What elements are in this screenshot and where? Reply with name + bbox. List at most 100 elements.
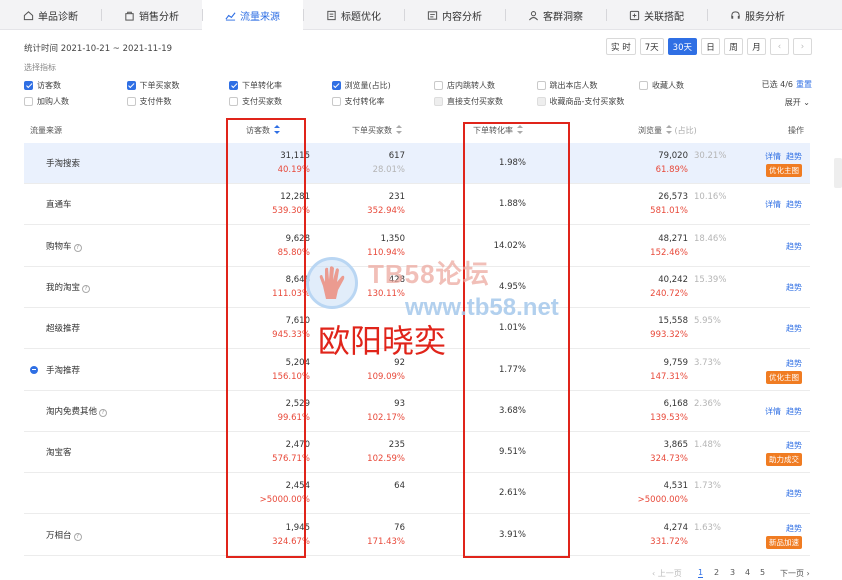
checkbox[interactable] [126, 80, 136, 90]
metric-option[interactable]: 支付件数 [126, 95, 230, 107]
next-range-button[interactable]: › [793, 38, 812, 55]
metric-row-2: 加购人数 支付件数 支付买家数 支付转化率 直接支付买家数 收藏商品-支付买家数 [24, 95, 639, 107]
pageviews-value: 4,274 [663, 522, 688, 533]
page-3-button[interactable]: 3 [730, 568, 735, 577]
checkbox[interactable] [639, 80, 648, 90]
next-page-button[interactable]: 下一页 › [780, 568, 810, 579]
table-row: 淘宝客 2,470 576.71% 235 102.59% 9.51% 3,865 1.48%… [24, 432, 810, 474]
range-button-3[interactable]: 30天 [667, 38, 697, 55]
trend-link[interactable]: 趋势 [786, 241, 802, 252]
trend-link[interactable]: 趋势 [786, 523, 802, 534]
checkbox[interactable] [229, 96, 238, 106]
checkbox[interactable] [126, 96, 136, 106]
page-1-button[interactable]: 1 [698, 568, 704, 578]
trend-link[interactable]: 趋势 [786, 282, 802, 293]
tab-7[interactable]: 关联搭配 [606, 0, 707, 30]
checkbox[interactable] [536, 96, 546, 106]
tab-5[interactable]: 内容分析 [404, 0, 505, 30]
trend-link[interactable]: 趋势 [786, 488, 802, 499]
metric-option[interactable]: 访客数 [24, 79, 127, 91]
metric-option[interactable]: 收藏商品-支付买家数 [536, 95, 640, 107]
range-button-4[interactable]: 日 [701, 38, 720, 55]
detail-link[interactable]: 详情 [765, 151, 781, 162]
tab-6[interactable]: 客群洞察 [505, 0, 606, 30]
checkbox[interactable] [536, 80, 546, 90]
action-tag[interactable]: 新品加速 [766, 535, 802, 549]
author-annotation: 欧阳晓奕 [318, 322, 447, 360]
range-button-1[interactable]: 实 时 [606, 38, 636, 55]
help-icon[interactable]: ? [82, 284, 91, 293]
checkbox[interactable] [24, 80, 33, 90]
reset-link[interactable]: 重置 [796, 80, 812, 89]
action-tag[interactable]: 助力成交 [766, 453, 802, 467]
pageviews-share: 3.73% [694, 357, 722, 368]
trend-link[interactable]: 趋势 [786, 358, 802, 369]
help-icon[interactable]: ? [73, 243, 82, 252]
help-icon[interactable]: ? [73, 532, 82, 541]
action-tag[interactable]: 优化主图 [766, 164, 802, 177]
trend-link[interactable]: 趋势 [786, 323, 802, 334]
tab-label: 销售分析 [139, 11, 179, 23]
detail-link[interactable]: 详情 [765, 406, 781, 417]
help-icon[interactable]: ? [99, 408, 108, 417]
buyers-change: 102.59% [367, 454, 405, 465]
metric-option[interactable]: 收藏人数 [639, 79, 742, 91]
metric-label: 加购人数 [37, 96, 69, 106]
source-name: 我的淘宝? [46, 281, 91, 293]
top-tab-bar: 单品诊断 销售分析 流量来源 标题优化 内容分析 客群洞察 关联搭配 服务分析 [0, 0, 842, 30]
prev-range-button[interactable]: ‹ [770, 38, 789, 55]
checkbox[interactable] [434, 80, 443, 90]
collapse-icon[interactable] [30, 365, 38, 374]
checkbox[interactable] [229, 80, 238, 90]
range-button-6[interactable]: 月 [747, 38, 766, 55]
metric-label: 支付转化率 [344, 96, 385, 106]
action-tag[interactable]: 优化主图 [766, 370, 802, 384]
pageviews-change: 147.31% [650, 371, 688, 382]
trend-link[interactable]: 趋势 [786, 406, 802, 417]
metric-option[interactable]: 下单买家数 [126, 79, 230, 91]
checkbox[interactable] [434, 96, 443, 106]
header-pageviews[interactable]: 浏览量 (占比) [638, 125, 697, 136]
prev-page-button[interactable]: ‹ 上一页 [652, 568, 682, 579]
buyers-value: 93 [394, 398, 405, 409]
tab-1[interactable]: 单品诊断 [0, 0, 101, 30]
side-scroll-handle[interactable] [834, 158, 842, 188]
row-actions: 趋势 [786, 282, 802, 293]
metric-option[interactable]: 支付转化率 [331, 95, 435, 107]
pageviews-share: 1.48% [694, 440, 722, 451]
page-5-button[interactable]: 5 [760, 568, 765, 577]
checkbox[interactable] [331, 96, 341, 106]
metric-option[interactable]: 下单转化率 [229, 79, 332, 91]
tab-2[interactable]: 销售分析 [101, 0, 202, 30]
page-4-button[interactable]: 4 [745, 568, 750, 577]
pageviews-value: 79,020 [658, 151, 688, 161]
trend-link[interactable]: 趋势 [786, 151, 802, 162]
header-buyers[interactable]: 下单买家数 [352, 125, 402, 136]
metric-label: 支付件数 [139, 96, 172, 106]
row-actions: 详情 趋势 [765, 406, 802, 417]
metric-option[interactable]: 跳出本店人数 [536, 79, 640, 91]
checkbox[interactable] [24, 96, 33, 106]
expand-toggle[interactable]: 展开 ⌄ [785, 97, 810, 108]
metric-option[interactable]: 支付买家数 [229, 95, 332, 107]
trend-link[interactable]: 趋势 [786, 199, 802, 210]
pageviews-change: 331.72% [650, 536, 688, 547]
pageviews-change: 324.73% [650, 454, 688, 465]
page-2-button[interactable]: 2 [714, 568, 719, 577]
range-button-2[interactable]: 7天 [639, 38, 664, 55]
row-actions: 趋势 [786, 241, 802, 252]
tab-8[interactable]: 服务分析 [707, 0, 808, 30]
tab-3[interactable]: 流量来源 [202, 0, 303, 30]
detail-link[interactable]: 详情 [765, 199, 781, 210]
range-button-5[interactable]: 周 [724, 38, 743, 55]
metric-label: 下单买家数 [139, 80, 180, 90]
source-name: 直通车 [46, 198, 72, 210]
checkbox[interactable] [331, 80, 341, 90]
tab-4[interactable]: 标题优化 [303, 0, 404, 30]
trend-link[interactable]: 趋势 [786, 440, 802, 451]
row-actions: 趋势 [786, 323, 802, 334]
metric-option[interactable]: 店内跳转人数 [434, 79, 537, 91]
metric-option[interactable]: 加购人数 [24, 95, 127, 107]
metric-option[interactable]: 直接支付买家数 [434, 95, 537, 107]
metric-option[interactable]: 浏览量(占比) [331, 79, 435, 91]
